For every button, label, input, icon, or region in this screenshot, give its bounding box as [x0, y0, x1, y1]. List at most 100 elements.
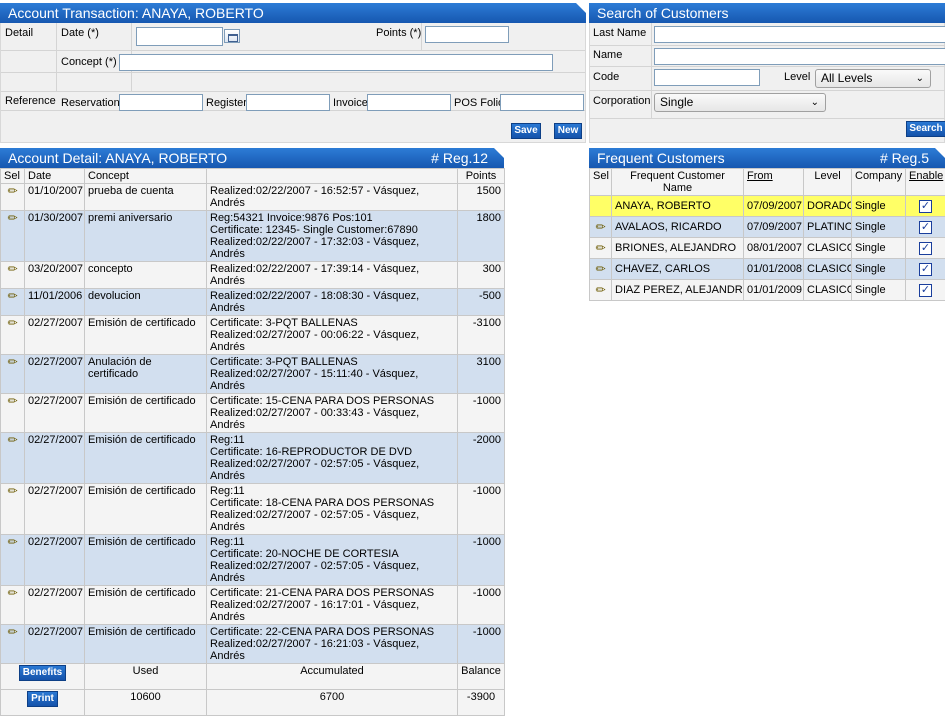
- row-select-cell[interactable]: ✏: [1, 586, 25, 625]
- row-date: 02/27/2007: [25, 394, 85, 433]
- name-input[interactable]: [654, 48, 945, 65]
- register-input[interactable]: [246, 94, 330, 111]
- pencil-edit-icon[interactable]: ✏: [7, 262, 17, 276]
- row-enable-cell: ✓: [906, 280, 945, 301]
- table-row[interactable]: ✏03/20/2007conceptoRealized:02/22/2007 -…: [1, 262, 505, 289]
- table-row[interactable]: ✏02/27/2007Anulación de certificadoCerti…: [1, 355, 505, 394]
- row-from: 08/01/2007: [744, 238, 804, 259]
- pencil-edit-icon[interactable]: ✏: [7, 484, 17, 498]
- row-select-cell[interactable]: [590, 196, 612, 217]
- row-select-cell[interactable]: ✏: [1, 211, 25, 262]
- row-date: 02/27/2007: [25, 625, 85, 664]
- enable-checkbox[interactable]: ✓: [919, 284, 932, 297]
- pencil-edit-icon[interactable]: ✏: [7, 184, 17, 198]
- table-row[interactable]: ✏02/27/2007Emisión de certificadoReg:11 …: [1, 535, 505, 586]
- pencil-edit-icon[interactable]: ✏: [7, 316, 17, 330]
- row-select-cell[interactable]: ✏: [1, 289, 25, 316]
- table-row[interactable]: ✏02/27/2007Emisión de certificadoCertifi…: [1, 625, 505, 664]
- corporation-select[interactable]: Single ⌄: [654, 93, 826, 112]
- row-select-cell[interactable]: ✏: [1, 484, 25, 535]
- table-row[interactable]: ✏02/27/2007Emisión de certificadoCertifi…: [1, 394, 505, 433]
- row-from: 01/01/2008: [744, 259, 804, 280]
- table-row[interactable]: ✏01/10/2007prueba de cuentaRealized:02/2…: [1, 184, 505, 211]
- table-row[interactable]: ANAYA, ROBERTO07/09/2007DORADOSingle✓: [590, 196, 945, 217]
- row-select-cell[interactable]: ✏: [1, 535, 25, 586]
- row-select-cell[interactable]: ✏: [1, 355, 25, 394]
- row-select-cell[interactable]: ✏: [1, 184, 25, 211]
- code-input[interactable]: [654, 69, 760, 86]
- row-concept: Emisión de certificado: [85, 586, 207, 625]
- enable-checkbox[interactable]: ✓: [919, 263, 932, 276]
- row-level: DORADO: [804, 196, 852, 217]
- enable-checkbox[interactable]: ✓: [919, 221, 932, 234]
- pencil-edit-icon[interactable]: ✏: [7, 394, 17, 408]
- level-select[interactable]: All Levels ⌄: [815, 69, 931, 88]
- last-name-input[interactable]: [654, 26, 945, 43]
- col-customer-name: Frequent Customer Name: [612, 169, 744, 196]
- row-select-cell[interactable]: ✏: [1, 316, 25, 355]
- col-from[interactable]: From: [744, 169, 804, 196]
- row-date: 02/27/2007: [25, 586, 85, 625]
- frequent-customers-reg-count: # Reg.5: [880, 148, 929, 168]
- table-row[interactable]: ✏DIAZ PEREZ, ALEJANDRO01/01/2009CLASICOS…: [590, 280, 945, 301]
- print-button[interactable]: Print: [27, 691, 58, 707]
- row-date: 02/27/2007: [25, 433, 85, 484]
- row-concept: Emisión de certificado: [85, 484, 207, 535]
- table-row[interactable]: ✏AVALAOS, RICARDO07/09/2007PLATINOSingle…: [590, 217, 945, 238]
- row-detail: Certificate: 15-CENA PARA DOS PERSONAS R…: [207, 394, 458, 433]
- pencil-edit-icon[interactable]: ✏: [7, 289, 17, 303]
- row-select-cell[interactable]: ✏: [590, 259, 612, 280]
- calendar-icon[interactable]: [224, 29, 240, 43]
- table-row[interactable]: ✏CHAVEZ, CARLOS01/01/2008CLASICOSingle✓: [590, 259, 945, 280]
- table-row[interactable]: ✏02/27/2007Emisión de certificadoCertifi…: [1, 586, 505, 625]
- table-row[interactable]: ✏02/27/2007Emisión de certificadoCertifi…: [1, 316, 505, 355]
- table-row[interactable]: ✏01/30/2007premi aniversarioReg:54321 In…: [1, 211, 505, 262]
- table-row[interactable]: ✏02/27/2007Emisión de certificadoReg:11 …: [1, 484, 505, 535]
- col-enable[interactable]: Enable: [906, 169, 945, 196]
- row-select-cell[interactable]: ✏: [590, 238, 612, 259]
- row-concept: Anulación de certificado: [85, 355, 207, 394]
- pencil-edit-icon[interactable]: ✏: [595, 262, 605, 276]
- pencil-edit-icon[interactable]: ✏: [7, 535, 17, 549]
- pencil-edit-icon[interactable]: ✏: [595, 241, 605, 255]
- reservation-input[interactable]: [119, 94, 203, 111]
- date-input[interactable]: [136, 27, 223, 46]
- benefits-cell: Benefits: [1, 664, 85, 690]
- row-customer-name: ANAYA, ROBERTO: [612, 196, 744, 217]
- search-customers-title-text: Search of Customers: [597, 5, 729, 21]
- row-select-cell[interactable]: ✏: [1, 394, 25, 433]
- frequent-customers-title: Frequent Customers # Reg.5: [589, 148, 945, 168]
- row-points: -1000: [458, 625, 505, 664]
- row-select-cell[interactable]: ✏: [590, 280, 612, 301]
- table-row[interactable]: ✏02/27/2007Emisión de certificadoReg:11 …: [1, 433, 505, 484]
- row-select-cell[interactable]: ✏: [1, 433, 25, 484]
- pencil-edit-icon[interactable]: ✏: [595, 220, 605, 234]
- pencil-edit-icon[interactable]: ✏: [7, 586, 17, 600]
- search-button[interactable]: Search: [906, 121, 945, 137]
- save-button[interactable]: Save: [511, 123, 541, 139]
- table-row[interactable]: ✏BRIONES, ALEJANDRO08/01/2007CLASICOSing…: [590, 238, 945, 259]
- account-transaction-title-text: Account Transaction: ANAYA, ROBERTO: [8, 5, 264, 21]
- row-select-cell[interactable]: ✏: [1, 262, 25, 289]
- enable-checkbox[interactable]: ✓: [919, 200, 932, 213]
- points-input[interactable]: [425, 26, 509, 43]
- pos-folio-input[interactable]: [500, 94, 584, 111]
- benefits-button[interactable]: Benefits: [19, 665, 66, 681]
- concept-input[interactable]: [119, 54, 553, 71]
- row-points: -3100: [458, 316, 505, 355]
- table-row[interactable]: ✏11/01/2006devolucionRealized:02/22/2007…: [1, 289, 505, 316]
- pencil-edit-icon[interactable]: ✏: [7, 355, 17, 369]
- invoice-input[interactable]: [367, 94, 451, 111]
- pencil-edit-icon[interactable]: ✏: [7, 211, 17, 225]
- row-select-cell[interactable]: ✏: [1, 625, 25, 664]
- new-button[interactable]: New: [554, 123, 582, 139]
- pencil-edit-icon[interactable]: ✏: [7, 625, 17, 639]
- table-header-row: Sel Date Concept Points: [1, 169, 505, 184]
- reservation-label: Reservation: [61, 97, 120, 109]
- row-concept: Emisión de certificado: [85, 433, 207, 484]
- pencil-edit-icon[interactable]: ✏: [7, 433, 17, 447]
- pencil-edit-icon[interactable]: ✏: [595, 283, 605, 297]
- row-select-cell[interactable]: ✏: [590, 217, 612, 238]
- detail-label: Detail: [5, 27, 33, 39]
- enable-checkbox[interactable]: ✓: [919, 242, 932, 255]
